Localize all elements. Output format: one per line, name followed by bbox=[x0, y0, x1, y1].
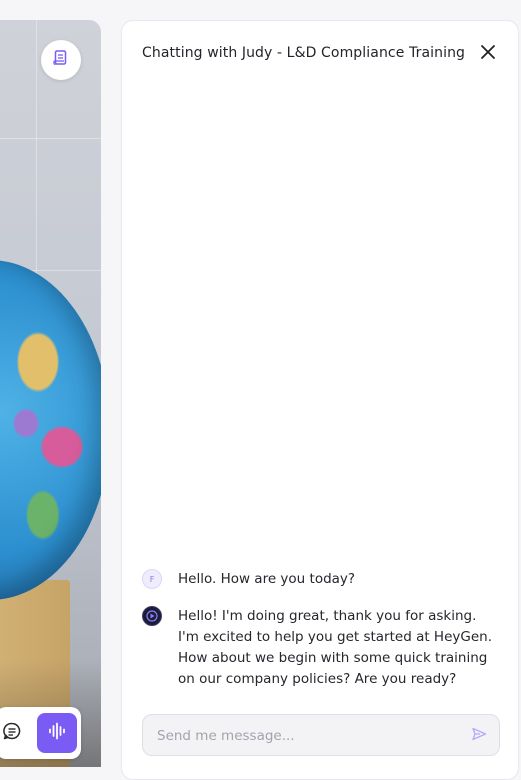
transcript-button[interactable] bbox=[41, 40, 81, 80]
video-controls bbox=[0, 707, 81, 759]
globe bbox=[0, 260, 101, 600]
audio-wave-icon bbox=[47, 721, 67, 745]
message-text: Hello! I'm doing great, thank you for as… bbox=[178, 608, 492, 687]
voice-chat-button[interactable] bbox=[37, 713, 77, 753]
chat-bubble-icon bbox=[2, 721, 22, 745]
message-text: Hello. How are you today? bbox=[178, 571, 356, 587]
user-avatar: F bbox=[142, 569, 162, 589]
send-icon bbox=[471, 726, 487, 746]
message-input[interactable] bbox=[155, 715, 459, 757]
message-composer bbox=[142, 714, 500, 757]
avatar-video bbox=[0, 20, 101, 767]
heygen-avatar-icon bbox=[142, 606, 162, 626]
close-icon bbox=[480, 44, 496, 64]
send-button[interactable] bbox=[469, 726, 489, 746]
wall-tile-line bbox=[0, 138, 101, 139]
document-icon bbox=[52, 49, 70, 71]
close-button[interactable] bbox=[477, 43, 499, 65]
chat-toggle-button[interactable] bbox=[0, 721, 24, 745]
chat-panel: Chatting with Judy - L&D Compliance Trai… bbox=[121, 20, 519, 780]
chat-title: Chatting with Judy - L&D Compliance Trai… bbox=[142, 45, 466, 61]
